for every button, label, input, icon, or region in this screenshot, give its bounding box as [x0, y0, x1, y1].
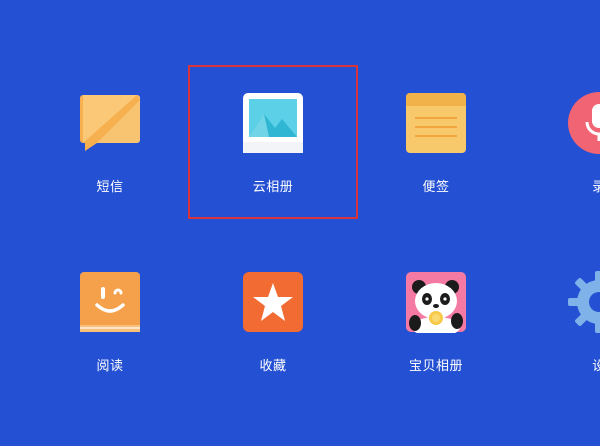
- app-baby-album[interactable]: 宝贝相册: [376, 271, 496, 374]
- star-icon: [242, 271, 304, 333]
- app-label: 录: [592, 180, 600, 195]
- app-label: 便签: [422, 180, 450, 195]
- panda-icon: [405, 271, 467, 333]
- selection-highlight: [188, 65, 358, 219]
- app-label: 阅读: [96, 359, 124, 374]
- app-label: 短信: [96, 180, 124, 195]
- message-icon: [79, 92, 141, 154]
- app-sms[interactable]: 短信: [50, 92, 170, 195]
- app-label: 宝贝相册: [408, 359, 463, 374]
- gear-icon: [568, 271, 600, 333]
- notepad-icon: [405, 92, 467, 154]
- app-reading[interactable]: 阅读: [50, 271, 170, 374]
- app-recorder[interactable]: 录: [539, 92, 600, 195]
- app-favorites[interactable]: 收藏: [213, 271, 333, 374]
- app-notes[interactable]: 便签: [376, 92, 496, 195]
- book-smile-icon: [79, 271, 141, 333]
- microphone-icon: [568, 92, 600, 154]
- app-launcher: 短信 云相册 便签 录 阅读 收藏 宝贝相册 设: [0, 0, 600, 446]
- app-label: 设: [592, 359, 600, 374]
- app-label: 收藏: [259, 359, 287, 374]
- app-settings[interactable]: 设: [539, 271, 600, 374]
